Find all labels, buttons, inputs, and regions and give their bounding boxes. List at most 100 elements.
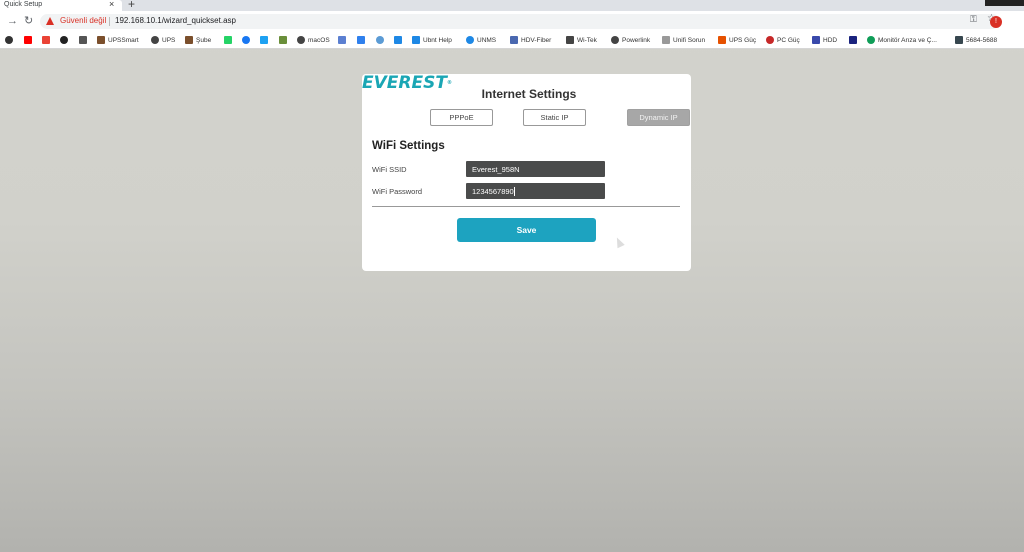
bookmark-item[interactable]: [60, 34, 71, 46]
bookmark-item[interactable]: macOS: [297, 34, 330, 46]
tab-dynamic-ip[interactable]: Dynamic IP: [627, 109, 690, 126]
bookmark-item[interactable]: [260, 34, 271, 46]
bookmark-item[interactable]: Ubnt Help: [412, 34, 452, 46]
browser-toolbar: → ↻ Güvenli değil 192.168.10.1/wizard_qu…: [0, 11, 1024, 32]
bookmark-label: 5684-5688: [966, 36, 998, 44]
bookmark-label: HDD: [823, 36, 838, 44]
bookmark-favicon-icon: [224, 36, 232, 44]
bookmark-favicon-icon: [260, 36, 268, 44]
bookmark-favicon-icon: [24, 36, 32, 44]
close-tab-icon[interactable]: ×: [109, 0, 114, 9]
bookmark-label: Wi-Tek: [577, 36, 597, 44]
bookmark-item[interactable]: Wi-Tek: [566, 34, 597, 46]
bookmark-item[interactable]: [849, 34, 860, 46]
bookmark-favicon-icon: [376, 36, 384, 44]
divider: [372, 206, 680, 207]
bookmark-favicon-icon: [5, 36, 13, 44]
bookmark-item[interactable]: PC Güç: [766, 34, 800, 46]
bookmark-item[interactable]: Powerlink: [611, 34, 650, 46]
tab-pppoe[interactable]: PPPoE: [430, 109, 493, 126]
bookmark-favicon-icon: [242, 36, 250, 44]
bookmark-item[interactable]: 5684-5688: [955, 34, 997, 46]
reload-icon[interactable]: ↻: [24, 14, 33, 28]
bookmark-favicon-icon: [297, 36, 305, 44]
forward-arrow-icon[interactable]: →: [7, 14, 18, 28]
bookmark-item[interactable]: [279, 34, 290, 46]
bookmark-favicon-icon: [867, 36, 875, 44]
bookmark-label: Şube: [196, 36, 212, 44]
bookmark-label: macOS: [308, 36, 330, 44]
bookmark-favicon-icon: [766, 36, 774, 44]
url-text[interactable]: 192.168.10.1/wizard_quickset.asp: [115, 16, 236, 26]
bookmark-favicon-icon: [611, 36, 619, 44]
password-input[interactable]: [466, 183, 605, 199]
ssid-input[interactable]: [466, 161, 605, 177]
save-button[interactable]: Save: [457, 218, 596, 242]
bookmark-item[interactable]: UNMS: [466, 34, 496, 46]
quick-setup-card: EVEREST® Internet Settings PPPoE Static …: [362, 74, 691, 271]
bookmark-item[interactable]: [224, 34, 235, 46]
bookmark-label: UPS Güç: [729, 36, 757, 44]
key-icon[interactable]: ⚿: [970, 14, 977, 25]
bookmark-item[interactable]: [79, 34, 90, 46]
opera-profile-icon[interactable]: !: [990, 16, 1002, 28]
bookmark-label: Powerlink: [622, 36, 651, 44]
bookmark-label: Unifi Sorun: [673, 36, 706, 44]
bookmark-item[interactable]: [5, 34, 16, 46]
bookmark-item[interactable]: HDD: [812, 34, 837, 46]
section-title: WiFi Settings: [372, 140, 445, 152]
address-divider: [109, 17, 110, 26]
bookmark-item[interactable]: UPSSmart: [97, 34, 139, 46]
bookmark-favicon-icon: [60, 36, 68, 44]
bookmark-label: UNMS: [477, 36, 497, 44]
tab-title: Quick Setup: [4, 1, 43, 8]
bookmark-favicon-icon: [510, 36, 518, 44]
tab-static-ip[interactable]: Static IP: [523, 109, 586, 126]
browser-tab[interactable]: Quick Setup ×: [0, 0, 122, 11]
new-tab-icon[interactable]: +: [128, 0, 135, 10]
bookmark-label: Monitör Arıza ve Ç...: [878, 36, 937, 44]
bookmark-label: HDV-Fiber: [521, 36, 552, 44]
bookmark-label: UPS: [162, 36, 176, 44]
bookmark-item[interactable]: [394, 34, 405, 46]
password-label: WiFi Password: [372, 187, 423, 196]
tab-strip: Quick Setup × +: [0, 0, 1024, 11]
not-secure-label[interactable]: Güvenli değil: [60, 16, 106, 26]
bookmark-item[interactable]: [24, 34, 35, 46]
bookmark-favicon-icon: [812, 36, 820, 44]
bookmark-favicon-icon: [394, 36, 402, 44]
overlay-thumbnail: [985, 0, 1024, 6]
bookmark-label: UPSSmart: [108, 36, 139, 44]
bookmark-favicon-icon: [412, 36, 420, 44]
bookmark-item[interactable]: Unifi Sorun: [662, 34, 705, 46]
bookmark-favicon-icon: [279, 36, 287, 44]
bookmark-favicon-icon: [42, 36, 50, 44]
bookmark-favicon-icon: [79, 36, 87, 44]
bookmark-favicon-icon: [466, 36, 474, 44]
logo-mark: ®: [446, 80, 452, 86]
bookmark-favicon-icon: [566, 36, 574, 44]
bookmark-item[interactable]: Şube: [185, 34, 211, 46]
bookmark-favicon-icon: [185, 36, 193, 44]
bookmark-item[interactable]: [242, 34, 253, 46]
address-bar[interactable]: Güvenli değil 192.168.10.1/wizard_quicks…: [40, 13, 1000, 29]
bookmark-item[interactable]: [42, 34, 53, 46]
bookmark-item[interactable]: [338, 34, 349, 46]
bookmark-favicon-icon: [955, 36, 963, 44]
bookmark-favicon-icon: [357, 36, 365, 44]
warning-icon: [46, 17, 54, 25]
bookmark-item[interactable]: UPS Güç: [718, 34, 756, 46]
bookmark-label: PC Güç: [777, 36, 800, 44]
bookmark-item[interactable]: UPS: [151, 34, 175, 46]
bookmark-label: Ubnt Help: [423, 36, 452, 44]
bookmark-favicon-icon: [849, 36, 857, 44]
bookmark-item[interactable]: [376, 34, 387, 46]
text-caret: [514, 187, 515, 196]
ssid-label: WiFi SSID: [372, 165, 407, 174]
page-title: Internet Settings: [481, 87, 577, 101]
bookmark-item[interactable]: Monitör Arıza ve Ç...: [867, 34, 937, 46]
bookmark-item[interactable]: [357, 34, 368, 46]
bookmark-item[interactable]: HDV-Fiber: [510, 34, 551, 46]
bookmark-favicon-icon: [151, 36, 159, 44]
bookmark-favicon-icon: [718, 36, 726, 44]
